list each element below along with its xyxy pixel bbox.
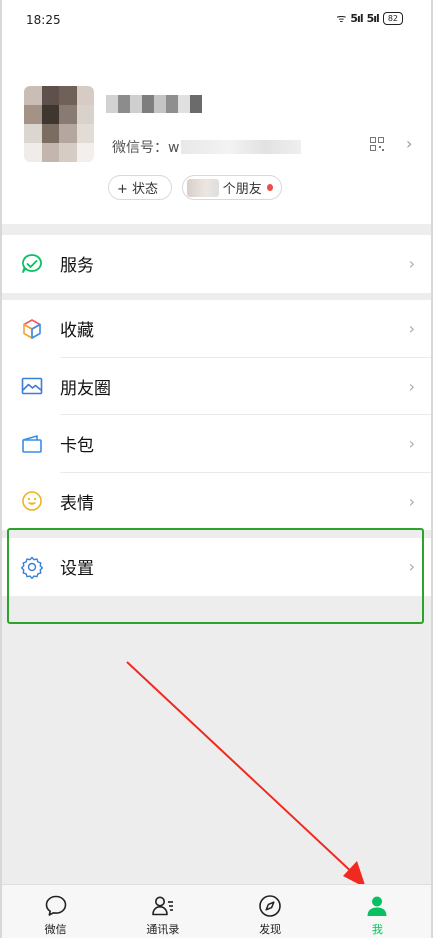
tab-label: 通讯录 <box>146 923 180 936</box>
avatar[interactable] <box>24 86 94 162</box>
menu-label-stickers: 表情 <box>60 493 94 514</box>
tab-label: 我 <box>371 923 383 936</box>
chevron-right-icon: › <box>408 491 415 511</box>
main-menu-section: 收藏 › 朋友圈 › 卡包 › 表情 › <box>2 300 431 530</box>
signal-icon-2: 5ıl <box>366 12 380 25</box>
wechat-id-label: 微信号：w <box>112 140 180 156</box>
wifi-icon: ᯤ <box>336 12 347 25</box>
chevron-right-icon: › <box>408 376 415 396</box>
menu-label-services: 服务 <box>60 256 94 277</box>
menu-item-moments[interactable]: 朋友圈 › <box>2 358 431 415</box>
red-dot-badge <box>266 184 273 191</box>
profile-header: 18:25 ᯤ 5ıl 5ıl 82 微信号：w › + 状态 个朋友 <box>2 0 431 224</box>
smiley-face-icon <box>22 491 42 512</box>
tab-label: 发现 <box>259 923 282 936</box>
qr-code-icon[interactable] <box>370 137 384 151</box>
services-section: 服务 › <box>2 235 431 293</box>
bottom-nav: 微信 通讯录 发现 我 <box>2 884 431 938</box>
wechat-id-blurred <box>181 140 302 154</box>
status-button-label: + 状态 <box>117 182 159 197</box>
tab-contacts[interactable]: 通讯录 <box>109 885 216 938</box>
tab-label: 微信 <box>44 923 67 936</box>
friends-status-pill[interactable]: 个朋友 <box>182 175 282 200</box>
menu-label-moments: 朋友圈 <box>60 378 111 399</box>
contacts-icon <box>152 896 173 916</box>
friend-avatars-blurred <box>187 178 219 197</box>
chat-bubble-icon <box>45 895 66 916</box>
compass-icon <box>259 895 281 917</box>
card-wallet-icon <box>22 434 42 453</box>
wechat-id: 微信号：w <box>112 137 302 157</box>
menu-label-cards: 卡包 <box>60 436 94 457</box>
friends-pill-label: 个朋友 <box>222 182 262 197</box>
menu-item-services[interactable]: 服务 › <box>2 235 431 293</box>
favorites-cube-icon <box>23 318 41 339</box>
battery-icon: 82 <box>382 12 403 25</box>
tab-discover[interactable]: 发现 <box>217 885 324 938</box>
status-icons: ᯤ 5ıl 5ıl 82 <box>336 11 403 26</box>
menu-label-favorites: 收藏 <box>60 321 94 342</box>
status-button[interactable]: + 状态 <box>108 175 172 200</box>
status-time: 18:25 <box>26 13 61 27</box>
signal-icon: 5ıl <box>350 12 363 25</box>
chevron-right-icon: › <box>408 434 415 454</box>
menu-item-stickers[interactable]: 表情 › <box>2 473 431 531</box>
moments-picture-icon <box>21 377 43 395</box>
chevron-right-icon: › <box>408 319 415 339</box>
tab-me[interactable]: 我 <box>324 885 431 938</box>
chevron-right-icon: › <box>408 254 415 274</box>
services-icon <box>22 253 42 273</box>
chevron-right-icon[interactable]: › <box>406 134 412 153</box>
menu-item-favorites[interactable]: 收藏 › <box>2 300 431 358</box>
person-icon <box>367 896 387 916</box>
nickname-blurred <box>106 95 202 113</box>
highlight-annotation-box <box>7 528 424 624</box>
menu-item-cards[interactable]: 卡包 › <box>2 415 431 473</box>
tab-chats[interactable]: 微信 <box>2 885 109 938</box>
